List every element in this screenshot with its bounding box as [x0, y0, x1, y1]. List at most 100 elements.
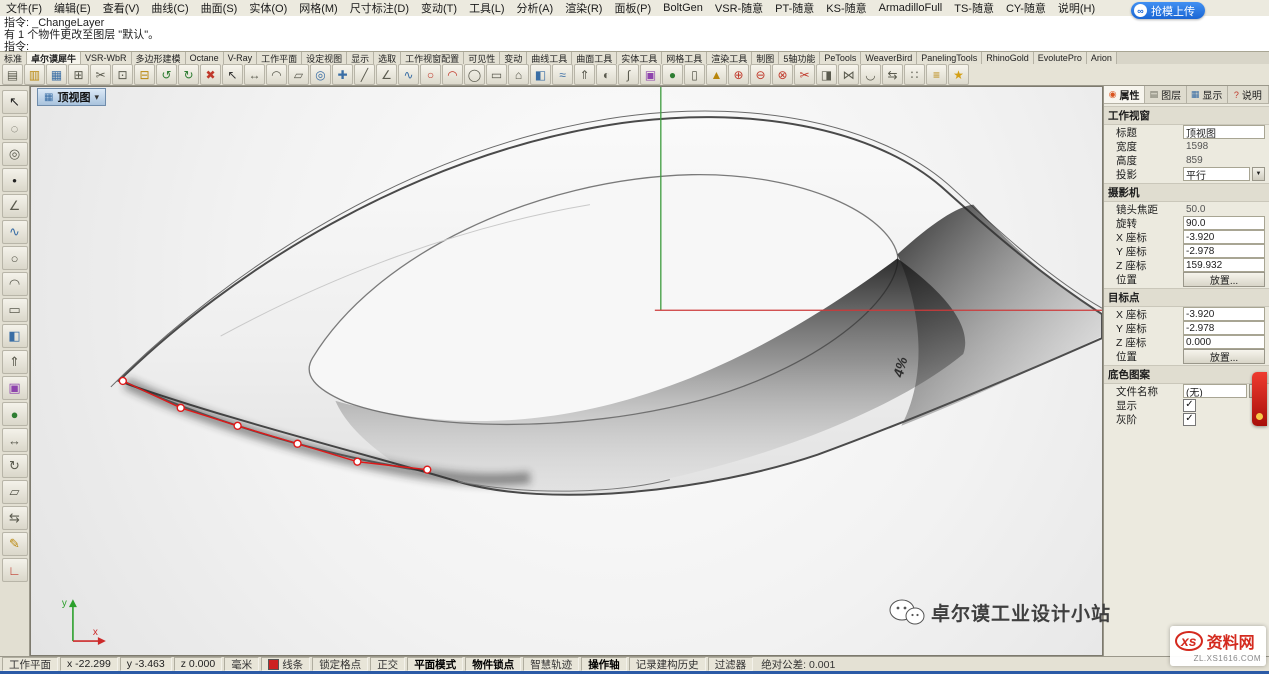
move-icon[interactable]: ↔: [2, 428, 28, 452]
gumball-toggle[interactable]: 操作轴: [581, 657, 627, 671]
ellipse-icon[interactable]: ◯: [464, 64, 485, 85]
toolbar-group-tab-16[interactable]: 网格工具: [662, 52, 707, 64]
toolbar-group-tab-20[interactable]: PeTools: [820, 52, 861, 64]
copy-icon[interactable]: ⊡: [112, 64, 133, 85]
trim-icon[interactable]: ✂: [794, 64, 815, 85]
toolbar-group-tab-14[interactable]: 曲面工具: [572, 52, 617, 64]
wallpaper-gray-checkbox[interactable]: ✓: [1183, 413, 1196, 426]
boolean-union-icon[interactable]: ⊕: [728, 64, 749, 85]
command-area[interactable]: 指令: _ChangeLayer 有 1 个物件更改至图层 "默认"。 指令:: [0, 16, 1269, 52]
sphere-icon[interactable]: ●: [2, 402, 28, 426]
arc-icon[interactable]: ◠: [2, 272, 28, 296]
move-icon[interactable]: ↔: [244, 64, 265, 85]
polyline-icon[interactable]: ∠: [376, 64, 397, 85]
zoom-icon[interactable]: ◎: [310, 64, 331, 85]
toolbar-group-tab-21[interactable]: WeaverBird: [861, 52, 917, 64]
open-icon[interactable]: ▥: [24, 64, 45, 85]
menu-item-8[interactable]: 变动(T): [415, 0, 463, 16]
polygon-icon[interactable]: ⌂: [508, 64, 529, 85]
menu-item-0[interactable]: 文件(F): [0, 0, 48, 16]
cam-place-button[interactable]: 放置...: [1183, 272, 1265, 287]
filter-toggle[interactable]: 过滤器: [708, 657, 754, 671]
line-icon[interactable]: ╱: [354, 64, 375, 85]
toolbar-group-tab-22[interactable]: PanelingTools: [917, 52, 982, 64]
toolbar-group-tab-7[interactable]: 设定视图: [302, 52, 347, 64]
sphere-icon[interactable]: ●: [662, 64, 683, 85]
field-cam-y[interactable]: -2.978: [1183, 244, 1265, 258]
toolbar-group-tab-13[interactable]: 曲线工具: [527, 52, 572, 64]
menu-item-11[interactable]: 渲染(R): [559, 0, 608, 16]
panel-tab-properties[interactable]: ◉属性: [1104, 86, 1145, 103]
field-cam-z[interactable]: 159.932: [1183, 258, 1265, 272]
menu-item-13[interactable]: BoltGen: [657, 2, 709, 14]
menu-item-2[interactable]: 查看(V): [97, 0, 146, 16]
curve-icon[interactable]: ∿: [398, 64, 419, 85]
scale-icon[interactable]: ▱: [288, 64, 309, 85]
redo-icon[interactable]: ↻: [178, 64, 199, 85]
grid-snap-toggle[interactable]: 锁定格点: [312, 657, 368, 671]
loft-icon[interactable]: ≈: [552, 64, 573, 85]
circle-icon[interactable]: ○: [420, 64, 441, 85]
menu-item-3[interactable]: 曲线(C): [145, 0, 194, 16]
field-title[interactable]: 顶视图: [1183, 125, 1265, 139]
toolbar-group-tab-1[interactable]: 卓尔谟犀牛: [27, 52, 81, 64]
toolbar-group-tab-25[interactable]: Arion: [1087, 52, 1117, 64]
menu-item-14[interactable]: VSR-随意: [709, 0, 769, 16]
arc-icon[interactable]: ◠: [442, 64, 463, 85]
array-icon[interactable]: ∷: [904, 64, 925, 85]
rotate-icon[interactable]: ◠: [266, 64, 287, 85]
boolean-intersect-icon[interactable]: ⊗: [772, 64, 793, 85]
rectangle-icon[interactable]: ▭: [486, 64, 507, 85]
menu-item-12[interactable]: 面板(P): [608, 0, 657, 16]
extrude-icon[interactable]: ⇑: [2, 350, 28, 374]
smarttrack-toggle[interactable]: 智慧轨迹: [523, 657, 579, 671]
select-icon[interactable]: ↖: [222, 64, 243, 85]
undo-icon[interactable]: ↺: [156, 64, 177, 85]
osnap-toggle[interactable]: 物件锁点: [465, 657, 521, 671]
pan-icon[interactable]: ✚: [332, 64, 353, 85]
menu-item-5[interactable]: 实体(O): [243, 0, 293, 16]
extrude-icon[interactable]: ⇑: [574, 64, 595, 85]
polyline-icon[interactable]: ∠: [2, 194, 28, 218]
target-place-button[interactable]: 放置...: [1183, 349, 1265, 364]
split-icon[interactable]: ◨: [816, 64, 837, 85]
upload-button[interactable]: ∞ 抢模上传: [1131, 2, 1205, 19]
menu-item-16[interactable]: KS-随意: [820, 0, 872, 16]
field-target-x[interactable]: -3.920: [1183, 307, 1265, 321]
pointer-icon[interactable]: ↖: [2, 90, 28, 114]
toolbar-group-tab-4[interactable]: Octane: [186, 52, 224, 64]
menu-item-17[interactable]: ArmadilloFull: [873, 2, 949, 14]
menu-item-9[interactable]: 工具(L): [463, 0, 510, 16]
menu-item-15[interactable]: PT-随意: [769, 0, 820, 16]
toolbar-group-tab-12[interactable]: 变动: [500, 52, 527, 64]
viewport-canvas[interactable]: 4% y x: [31, 87, 1102, 655]
annotate-icon[interactable]: ✎: [2, 532, 28, 556]
toolbar-group-tab-10[interactable]: 工作视窗配置: [401, 52, 464, 64]
curve-icon[interactable]: ∿: [2, 220, 28, 244]
toolbar-group-tab-18[interactable]: 制图: [752, 52, 779, 64]
surface-icon[interactable]: ◧: [2, 324, 28, 348]
selection-filter-icon[interactable]: ◎: [2, 142, 28, 166]
menu-item-7[interactable]: 尺寸标注(D): [344, 0, 415, 16]
menu-item-1[interactable]: 编辑(E): [48, 0, 97, 16]
field-target-y[interactable]: -2.978: [1183, 321, 1265, 335]
toolbar-group-tab-17[interactable]: 渲染工具: [707, 52, 752, 64]
layer-indicator[interactable]: 线条: [261, 657, 310, 671]
paste-icon[interactable]: ⊟: [134, 64, 155, 85]
cplane-menu[interactable]: 工作平面: [2, 657, 58, 671]
viewport-menu-arrow-icon[interactable]: ▾: [94, 92, 99, 103]
field-target-z[interactable]: 0.000: [1183, 335, 1265, 349]
planar-toggle[interactable]: 平面模式: [407, 657, 463, 671]
cone-icon[interactable]: ▲: [706, 64, 727, 85]
measure-icon[interactable]: ∟: [2, 558, 28, 582]
toolbar-group-tab-0[interactable]: 标准: [0, 52, 27, 64]
rectangle-icon[interactable]: ▭: [2, 298, 28, 322]
solid-icon[interactable]: ▣: [2, 376, 28, 400]
units-cell[interactable]: 毫米: [224, 657, 259, 671]
red-envelope-widget[interactable]: [1252, 372, 1267, 426]
panel-tab-display[interactable]: ▦显示: [1187, 86, 1228, 103]
panel-tab-layers[interactable]: ▤图层: [1145, 86, 1186, 103]
circle-icon[interactable]: ○: [2, 246, 28, 270]
menu-item-4[interactable]: 曲面(S): [195, 0, 244, 16]
toolbar-group-tab-2[interactable]: VSR-WbR: [81, 52, 132, 64]
